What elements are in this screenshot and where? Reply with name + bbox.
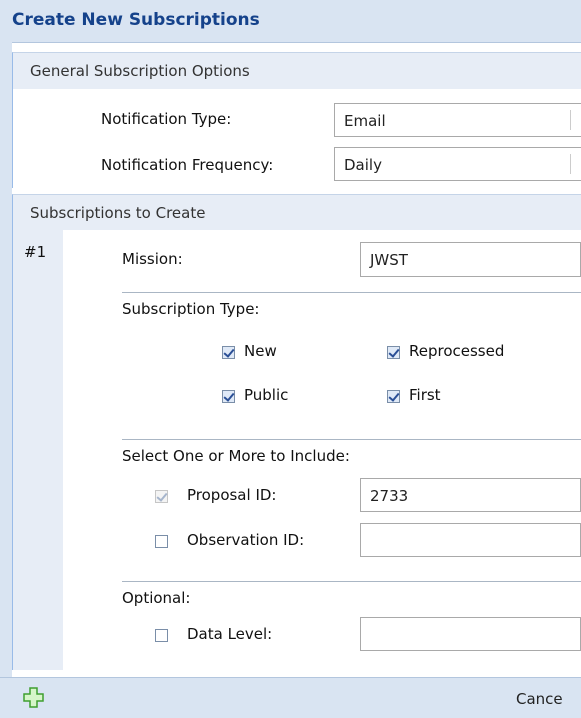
notification-frequency-select[interactable]: Daily bbox=[334, 147, 581, 181]
checkbox-reprocessed[interactable] bbox=[387, 346, 400, 359]
checkbox-new-label: New bbox=[244, 342, 277, 360]
data-level-input[interactable] bbox=[360, 617, 581, 651]
general-options-panel: Notification Type: Email Notification Fr… bbox=[12, 89, 581, 188]
proposal-id-label: Proposal ID: bbox=[187, 486, 277, 504]
dialog-title: Create New Subscriptions bbox=[12, 10, 260, 30]
notification-type-label: Notification Type: bbox=[101, 110, 232, 128]
notification-frequency-label: Notification Frequency: bbox=[101, 156, 274, 174]
dialog-frame bbox=[0, 42, 12, 677]
mission-input[interactable]: JWST bbox=[360, 242, 581, 277]
proposal-id-input[interactable]: 2733 bbox=[360, 478, 581, 512]
general-options-header: General Subscription Options bbox=[12, 52, 581, 90]
include-label: Select One or More to Include: bbox=[122, 447, 350, 465]
notification-type-select[interactable]: Email bbox=[334, 103, 581, 137]
general-options-title: General Subscription Options bbox=[30, 62, 250, 80]
observation-id-label: Observation ID: bbox=[187, 531, 305, 549]
checkbox-public-label: Public bbox=[244, 386, 289, 404]
subscriptions-header: Subscriptions to Create bbox=[12, 194, 581, 231]
dialog-footer: Cance bbox=[0, 677, 581, 718]
cancel-button[interactable]: Cance bbox=[516, 690, 563, 708]
optional-label: Optional: bbox=[122, 589, 191, 607]
dialog-titlebar: Create New Subscriptions bbox=[0, 0, 581, 43]
checkbox-data-level[interactable] bbox=[155, 629, 168, 642]
checkbox-first[interactable] bbox=[387, 390, 400, 403]
divider bbox=[122, 292, 581, 293]
checkbox-first-label: First bbox=[409, 386, 441, 404]
subscriptions-title: Subscriptions to Create bbox=[30, 204, 206, 222]
subscription-panel: Mission: JWST Subscription Type: New Rep… bbox=[63, 230, 581, 670]
checkbox-reprocessed-label: Reprocessed bbox=[409, 342, 505, 360]
checkbox-proposal-id[interactable] bbox=[155, 490, 168, 503]
mission-value: JWST bbox=[370, 251, 408, 269]
mission-label: Mission: bbox=[122, 250, 183, 268]
checkbox-new[interactable] bbox=[222, 346, 235, 359]
subscription-index: #1 bbox=[24, 243, 47, 261]
subscription-type-label: Subscription Type: bbox=[122, 300, 260, 318]
proposal-id-value: 2733 bbox=[370, 487, 409, 505]
checkbox-observation-id[interactable] bbox=[155, 535, 168, 548]
checkbox-public[interactable] bbox=[222, 390, 235, 403]
subscription-index-column: #1 bbox=[12, 230, 64, 670]
divider bbox=[122, 581, 581, 582]
chevron-down-icon[interactable] bbox=[570, 110, 581, 130]
observation-id-input[interactable] bbox=[360, 523, 581, 557]
notification-frequency-value: Daily bbox=[344, 156, 382, 174]
chevron-down-icon[interactable] bbox=[570, 154, 581, 174]
data-level-label: Data Level: bbox=[187, 625, 273, 643]
add-plus-icon[interactable] bbox=[23, 687, 44, 708]
notification-type-value: Email bbox=[344, 112, 386, 130]
divider bbox=[122, 439, 581, 440]
